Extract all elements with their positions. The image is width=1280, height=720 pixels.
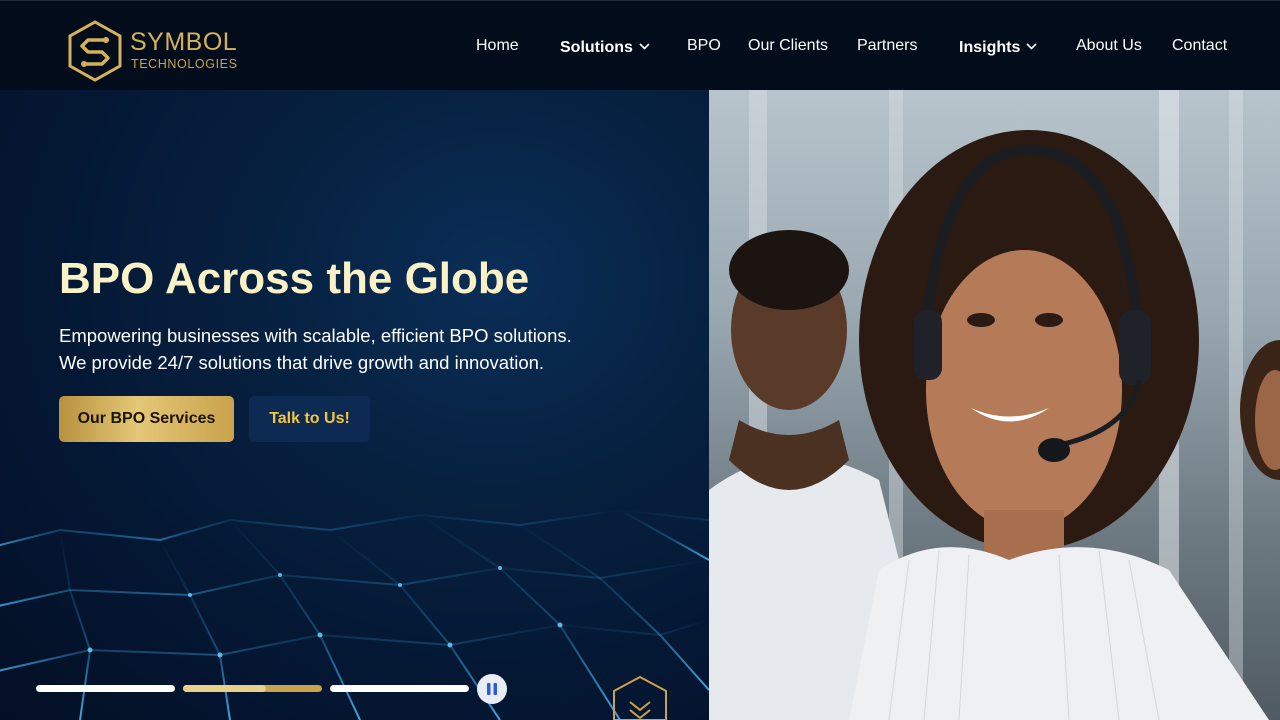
hero-subtitle: Empowering businesses with scalable, eff…: [59, 322, 659, 376]
slide-indicator-1[interactable]: [36, 685, 175, 692]
pause-icon: [487, 683, 497, 695]
hero-photo: [709, 90, 1280, 720]
scroll-down-button[interactable]: [610, 675, 670, 720]
talk-to-us-button[interactable]: Talk to Us!: [249, 396, 370, 442]
nav-partners[interactable]: Partners: [857, 37, 917, 55]
hero-subtitle-line-2: We provide 24/7 solutions that drive gro…: [59, 352, 545, 373]
nav-solutions-label: Solutions: [560, 39, 633, 56]
nav-home[interactable]: Home: [476, 37, 519, 55]
agents-photo-illustration: [709, 90, 1280, 720]
our-bpo-services-button[interactable]: Our BPO Services: [59, 396, 234, 442]
hero-title: BPO Across the Globe: [59, 254, 530, 303]
nav-contact[interactable]: Contact: [1172, 37, 1227, 55]
slide-indicator-2[interactable]: [183, 685, 322, 692]
hero-subtitle-line-1: Empowering businesses with scalable, eff…: [59, 325, 572, 346]
main-nav: Home Solutions BPO Our Clients Partners …: [0, 1, 1280, 91]
slide-progress-fill: [183, 685, 266, 692]
nav-bpo[interactable]: BPO: [687, 37, 721, 55]
site-header: SYMBOL TECHNOLOGIES Home Solutions BPO O…: [0, 0, 1280, 90]
nav-insights-label: Insights: [959, 39, 1021, 56]
nav-solutions[interactable]: Solutions: [560, 37, 650, 57]
chevron-down-icon: [639, 37, 650, 55]
nav-about-us[interactable]: About Us: [1076, 37, 1142, 55]
chevron-double-down-icon: [613, 675, 667, 720]
chevron-down-icon: [1026, 37, 1037, 55]
slider-pause-button[interactable]: [477, 674, 507, 704]
slide-indicator-3[interactable]: [330, 685, 469, 692]
nav-our-clients[interactable]: Our Clients: [748, 37, 828, 55]
nav-insights[interactable]: Insights: [959, 37, 1037, 57]
